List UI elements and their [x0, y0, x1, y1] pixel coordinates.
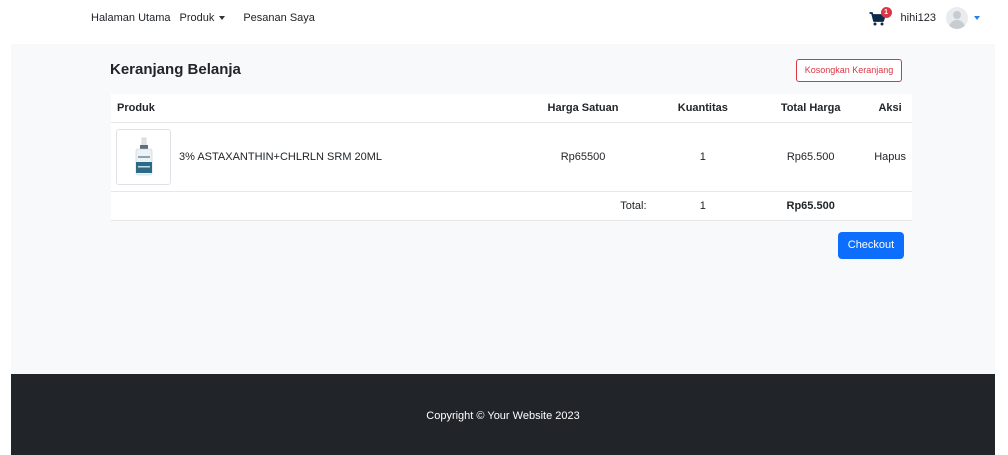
quantity-cell: 1 [652, 122, 754, 192]
col-header-unit-price: Harga Satuan [513, 94, 653, 123]
unit-price-cell: Rp65500 [513, 122, 653, 192]
action-cell: Hapus [868, 122, 912, 192]
avatar-body-shape [949, 20, 965, 29]
avatar-head-shape [953, 11, 961, 19]
col-header-total-price: Total Harga [753, 94, 869, 123]
avatar[interactable] [946, 7, 968, 29]
copyright-text: Copyright © Your Website 2023 [426, 410, 580, 422]
summary-quantity: 1 [652, 191, 754, 221]
remove-item-link[interactable]: Hapus [874, 151, 906, 163]
nav-link-produk-label: Produk [179, 12, 215, 24]
col-header-product: Produk [111, 94, 514, 123]
nav-dropdown-produk[interactable]: Produk [179, 12, 234, 24]
page-title: Keranjang Belanja [110, 61, 241, 78]
summary-label: Total: [513, 191, 653, 221]
product-name[interactable]: 3% ASTAXANTHIN+CHLRLN SRM 20ML [179, 151, 382, 163]
col-header-action: Aksi [868, 94, 912, 123]
summary-row: Total: 1 Rp65.500 [111, 191, 912, 221]
summary-empty-cell [111, 191, 514, 221]
user-menu-caret-icon[interactable] [974, 16, 980, 20]
summary-total-price: Rp65.500 [753, 191, 869, 221]
nav-link-pesanan-saya[interactable]: Pesanan Saya [243, 12, 315, 24]
product-cell: 3% ASTAXANTHIN+CHLRLN SRM 20ML [111, 122, 514, 192]
cart-table: Produk Harga Satuan Kuantitas Total Harg… [111, 94, 912, 221]
product-bottle-icon [135, 137, 152, 176]
nav-links: Halaman Utama Produk Pesanan Saya [91, 12, 324, 24]
nav-user-area: 1 hihi123 [869, 7, 980, 29]
checkout-button[interactable]: Checkout [838, 232, 904, 259]
footer: Copyright © Your Website 2023 [11, 374, 995, 455]
nav-link-home[interactable]: Halaman Utama [91, 12, 170, 24]
summary-action-empty-cell [868, 191, 912, 221]
username-label[interactable]: hihi123 [901, 12, 936, 24]
navbar: Halaman Utama Produk Pesanan Saya 1 hihi… [0, 0, 1008, 44]
chevron-down-icon [219, 16, 226, 21]
total-price-cell: Rp65.500 [753, 122, 869, 192]
table-row: 3% ASTAXANTHIN+CHLRLN SRM 20ML Rp65500 1… [111, 122, 912, 192]
product-thumbnail[interactable] [116, 129, 171, 185]
empty-cart-button[interactable]: Kosongkan Keranjang [796, 59, 902, 82]
table-header-row: Produk Harga Satuan Kuantitas Total Harg… [111, 94, 912, 123]
cart-button[interactable]: 1 [869, 7, 892, 29]
col-header-quantity: Kuantitas [652, 94, 754, 123]
cart-count-badge: 1 [880, 7, 892, 18]
